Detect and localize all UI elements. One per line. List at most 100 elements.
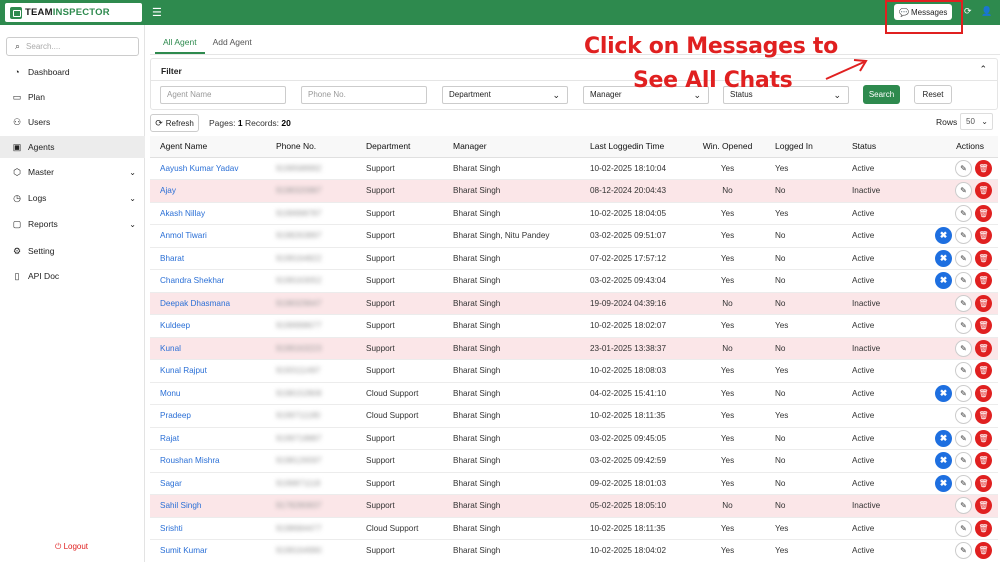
col-logged-in[interactable]: Logged In	[765, 136, 842, 158]
edit-pencil-icon[interactable]: ✎	[955, 317, 972, 335]
manager-cell: Bharat Singh	[443, 202, 580, 225]
logout-button[interactable]: ⏻ Logout	[55, 542, 88, 552]
manager-cell: Bharat Singh	[443, 449, 580, 473]
menu-toggle-icon[interactable]: ☰	[152, 6, 162, 19]
sidebar-item-api-doc[interactable]: ▯ API Doc	[0, 265, 145, 287]
edit-pencil-icon[interactable]: ✎	[955, 362, 972, 380]
col-win-opened[interactable]: Win. Opened	[690, 136, 765, 158]
delete-trash-icon[interactable]: 🗑	[975, 339, 992, 357]
agent-name-link[interactable]: Rajat	[150, 427, 266, 450]
edit-pencil-icon[interactable]: ✎	[955, 542, 972, 560]
delete-trash-icon[interactable]: 🗑	[975, 227, 992, 245]
delete-trash-icon[interactable]: 🗑	[975, 497, 992, 515]
tab-all-agent[interactable]: All Agent	[155, 32, 205, 54]
delete-trash-icon[interactable]: 🗑	[975, 452, 992, 470]
chat-view-icon[interactable]: ✖	[935, 227, 952, 245]
agent-name-link[interactable]: Aayush Kumar Yadav	[150, 157, 266, 180]
sidebar-item-logs[interactable]: ◷ Logs ⌄	[0, 187, 145, 209]
agent-name-link[interactable]: Kunal Rajput	[150, 359, 266, 383]
agent-name-link[interactable]: Akash Nillay	[150, 202, 266, 225]
agent-name-link[interactable]: Sagar	[150, 472, 266, 495]
last-login-cell: 03-02-2025 09:51:07	[580, 224, 690, 248]
delete-trash-icon[interactable]: 🗑	[975, 272, 992, 290]
agent-name-link[interactable]: Anmol Tiwari	[150, 224, 266, 248]
delete-trash-icon[interactable]: 🗑	[975, 204, 992, 222]
search-button[interactable]: Search	[863, 85, 900, 104]
edit-pencil-icon[interactable]: ✎	[955, 429, 972, 447]
delete-trash-icon[interactable]: 🗑	[975, 384, 992, 402]
delete-trash-icon[interactable]: 🗑	[975, 407, 992, 425]
sidebar-item-plan[interactable]: ▭ Plan	[0, 86, 145, 108]
sidebar-item-reports[interactable]: ▢ Reports ⌄	[0, 213, 145, 235]
rows-per-page-select[interactable]: 50 ⌄	[960, 113, 993, 130]
delete-trash-icon[interactable]: 🗑	[975, 159, 992, 177]
delete-trash-icon[interactable]: 🗑	[975, 182, 992, 200]
edit-pencil-icon[interactable]: ✎	[955, 519, 972, 537]
chat-view-icon[interactable]: ✖	[935, 429, 952, 447]
col-manager[interactable]: Manager	[443, 136, 580, 158]
col-agent-name[interactable]: Agent Name	[150, 136, 266, 158]
delete-trash-icon[interactable]: 🗑	[975, 294, 992, 312]
edit-pencil-icon[interactable]: ✎	[955, 159, 972, 177]
delete-trash-icon[interactable]: 🗑	[975, 317, 992, 335]
edit-pencil-icon[interactable]: ✎	[955, 249, 972, 267]
tab-add-agent[interactable]: Add Agent	[205, 32, 260, 54]
col-status[interactable]: Status	[842, 136, 907, 158]
edit-pencil-icon[interactable]: ✎	[955, 474, 972, 492]
agent-name-link[interactable]: Monu	[150, 382, 266, 405]
messages-button[interactable]: 💬 Messages	[894, 4, 953, 20]
agent-name-link[interactable]: Pradeep	[150, 404, 266, 428]
agent-name-link[interactable]: Kunal	[150, 337, 266, 360]
edit-pencil-icon[interactable]: ✎	[955, 204, 972, 222]
agent-name-link[interactable]: Ajay	[150, 179, 266, 203]
edit-pencil-icon[interactable]: ✎	[955, 294, 972, 312]
chat-view-icon[interactable]: ✖	[935, 272, 952, 290]
col-last-login[interactable]: Last Loggedin Time	[580, 136, 690, 158]
delete-trash-icon[interactable]: 🗑	[975, 429, 992, 447]
edit-pencil-icon[interactable]: ✎	[955, 272, 972, 290]
col-department[interactable]: Department	[356, 136, 443, 158]
agent-name-link[interactable]: Srishti	[150, 517, 266, 540]
agent-name-link[interactable]: Deepak Dhasmana	[150, 292, 266, 315]
edit-pencil-icon[interactable]: ✎	[955, 384, 972, 402]
refresh-icon[interactable]: ⟳	[964, 6, 972, 17]
reset-button[interactable]: Reset	[914, 85, 952, 104]
agent-name-link[interactable]: Bharat	[150, 247, 266, 270]
edit-pencil-icon[interactable]: ✎	[955, 182, 972, 200]
sidebar-item-dashboard[interactable]: ◔ Dashboard	[0, 61, 145, 83]
agent-name-link[interactable]: Sumit Kumar	[150, 539, 266, 562]
department-select[interactable]: Department ⌄	[442, 86, 568, 104]
col-phone[interactable]: Phone No.	[266, 136, 356, 158]
delete-trash-icon[interactable]: 🗑	[975, 542, 992, 560]
sidebar-item-setting[interactable]: ⚙ Setting	[0, 240, 145, 262]
agent-name-input[interactable]: Agent Name	[160, 86, 286, 104]
chat-view-icon[interactable]: ✖	[935, 452, 952, 470]
delete-trash-icon[interactable]: 🗑	[975, 362, 992, 380]
edit-pencil-icon[interactable]: ✎	[955, 497, 972, 515]
edit-pencil-icon[interactable]: ✎	[955, 339, 972, 357]
chat-view-icon[interactable]: ✖	[935, 249, 952, 267]
status-cell: Active	[842, 202, 907, 225]
edit-pencil-icon[interactable]: ✎	[955, 407, 972, 425]
delete-trash-icon[interactable]: 🗑	[975, 474, 992, 492]
chevron-up-icon[interactable]: ⌃	[979, 64, 987, 75]
phone-input[interactable]: Phone No.	[301, 86, 427, 104]
edit-pencil-icon[interactable]: ✎	[955, 452, 972, 470]
sidebar-item-master[interactable]: ⬡ Master ⌄	[0, 161, 145, 183]
chat-view-icon[interactable]: ✖	[935, 474, 952, 492]
edit-pencil-icon[interactable]: ✎	[955, 227, 972, 245]
sidebar-item-agents[interactable]: ▣ Agents	[0, 136, 145, 158]
brand-logo[interactable]: TEAMINSPECTOR	[5, 3, 142, 22]
refresh-button[interactable]: ⟳ Refresh	[150, 114, 199, 132]
delete-trash-icon[interactable]: 🗑	[975, 249, 992, 267]
chat-view-icon[interactable]: ✖	[935, 384, 952, 402]
sidebar-search-input[interactable]: ⌕ Search....	[6, 37, 139, 56]
agent-name-link[interactable]: Roushan Mishra	[150, 449, 266, 473]
logged-in-cell: No	[765, 337, 842, 360]
agent-name-link[interactable]: Kuldeep	[150, 314, 266, 338]
user-icon[interactable]: 👤	[981, 6, 992, 17]
delete-trash-icon[interactable]: 🗑	[975, 519, 992, 537]
sidebar-item-users[interactable]: ⚇ Users	[0, 111, 145, 133]
agent-name-link[interactable]: Sahil Singh	[150, 494, 266, 518]
agent-name-link[interactable]: Chandra Shekhar	[150, 269, 266, 293]
